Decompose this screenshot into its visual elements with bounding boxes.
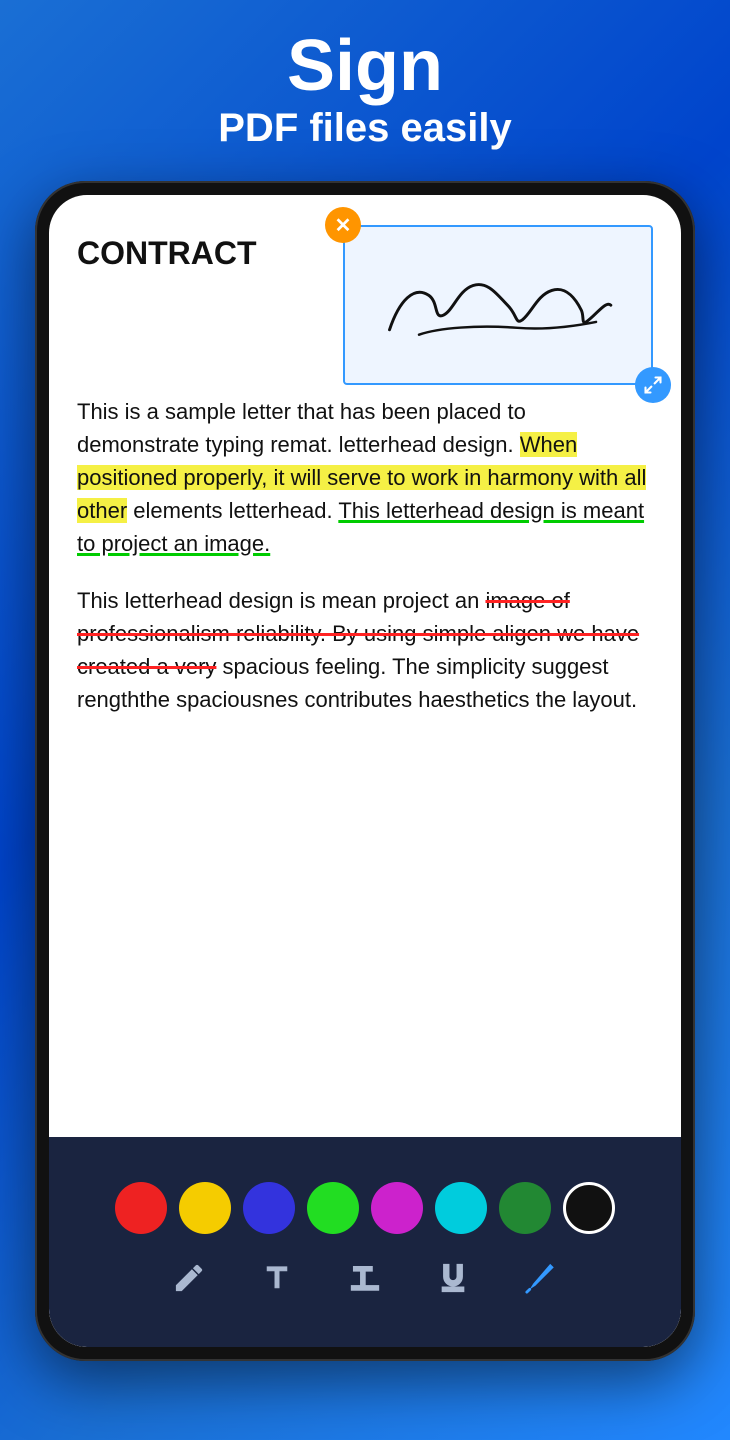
- header-subtitle: PDF files easily: [218, 106, 511, 151]
- text-underline-tool[interactable]: [429, 1254, 477, 1302]
- app-header: Sign PDF files easily: [198, 0, 531, 171]
- color-red[interactable]: [115, 1182, 167, 1234]
- text-bold-tool[interactable]: [341, 1254, 389, 1302]
- phone-wrapper: ✕ CONT: [35, 181, 695, 1361]
- paragraph-1: This is a sample letter that has been pl…: [77, 395, 653, 560]
- paragraph-2: This letterhead design is mean project a…: [77, 584, 653, 716]
- color-blue[interactable]: [243, 1182, 295, 1234]
- pen-tool[interactable]: [517, 1254, 565, 1302]
- header-title: Sign: [218, 30, 511, 102]
- phone-screen: ✕ CONT: [49, 195, 681, 1137]
- pencil-tool[interactable]: [165, 1254, 213, 1302]
- color-dark-green[interactable]: [499, 1182, 551, 1234]
- phone-inner: ✕ CONT: [49, 195, 681, 1347]
- color-black[interactable]: [563, 1182, 615, 1234]
- signature-box: [343, 225, 653, 385]
- color-purple[interactable]: [371, 1182, 423, 1234]
- text-tool[interactable]: [253, 1254, 301, 1302]
- bottom-toolbar: [49, 1137, 681, 1347]
- phone-frame: ✕ CONT: [35, 181, 695, 1361]
- para1-text1: This is a sample letter that has been pl…: [77, 399, 526, 457]
- para1-text2: elements letterhead.: [127, 498, 338, 523]
- color-palette: [115, 1182, 615, 1234]
- close-button[interactable]: ✕: [325, 207, 361, 243]
- tool-row: [165, 1254, 565, 1302]
- color-green[interactable]: [307, 1182, 359, 1234]
- color-yellow[interactable]: [179, 1182, 231, 1234]
- signature-area[interactable]: ✕: [343, 225, 653, 385]
- para2-text1: This letterhead design is mean project a…: [77, 588, 485, 613]
- color-cyan[interactable]: [435, 1182, 487, 1234]
- resize-button[interactable]: [635, 367, 671, 403]
